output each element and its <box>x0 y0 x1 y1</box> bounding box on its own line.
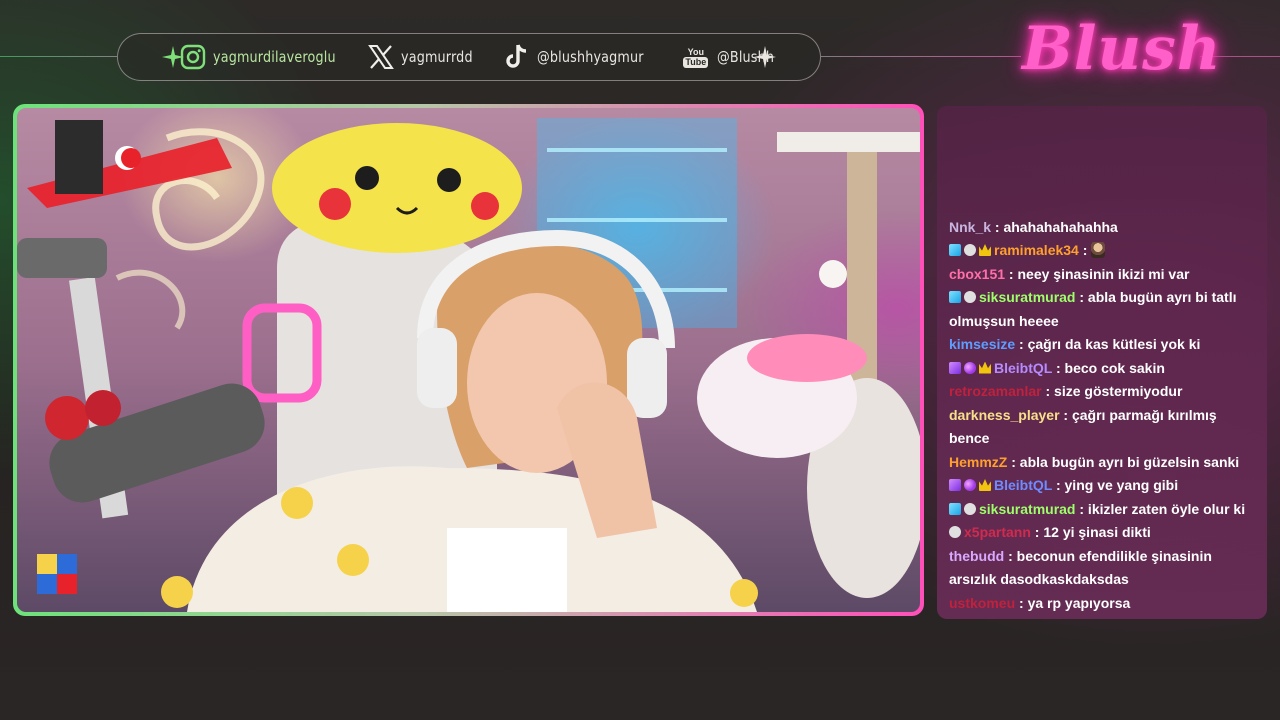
social-bar: yagmurdilaveroglu yagmurrdd @blushhyagmu… <box>117 33 821 81</box>
chat-text: : ahahahahahahha <box>991 218 1118 235</box>
chat-text: : abla bugün ayrı bi güzelsin sanki <box>1007 453 1240 470</box>
moon-badge-icon <box>964 479 976 491</box>
cube-badge-icon <box>949 291 961 303</box>
chat-username[interactable]: siksuratmurad <box>979 289 1075 305</box>
webcam-view <box>17 108 920 612</box>
sparkle-icon <box>162 46 184 68</box>
webcam-scene <box>17 118 920 612</box>
youtube-icon: You Tube <box>681 43 711 71</box>
moon-badge-icon <box>964 361 976 374</box>
chat-message: kimsesize : çağrı da kas kütlesi yok ki <box>949 333 1253 357</box>
x-handle: yagmurrdd <box>400 48 473 66</box>
chat-text: : beco cok sakin <box>1052 359 1165 376</box>
youtube-icon-top: You <box>687 46 704 57</box>
chat-text: : <box>1078 242 1092 258</box>
tiktok-handle: @blushhyagmur <box>537 48 644 66</box>
chat-username[interactable]: x5partann <box>964 524 1031 540</box>
chat-text: : 12 yi şinasi dikti <box>1030 524 1151 540</box>
chat-username[interactable]: BleibtQL <box>994 477 1052 493</box>
chat-panel: Nnk_k : ahahahahahahha ramimalek34 : cbox… <box>937 106 1267 619</box>
chat-text: : ikizler zaten öyle olur ki <box>1075 500 1246 517</box>
purple-badge-icon <box>949 361 961 374</box>
tiktok-icon <box>503 43 531 71</box>
social-bar-left-line <box>0 56 117 57</box>
chat-username[interactable]: cbox151 <box>949 266 1005 282</box>
chat-message: siksuratmurad : abla bugün ayrı bi tatlı… <box>949 286 1253 333</box>
x-logo-icon <box>367 43 395 71</box>
chat-message: darkness_player : çağrı parmağı kırılmış… <box>949 404 1253 451</box>
blush-logo: Blush <box>1022 14 1221 100</box>
chat-badge-icon <box>964 244 976 256</box>
chat-text: : ya rp yapıyorsa <box>1015 594 1131 611</box>
chat-username[interactable]: kimsesize <box>949 336 1015 352</box>
chat-message: cbox151 : neey şinasinin ikizi mi var <box>949 263 1253 287</box>
chat-text: : ying ve yang gibi <box>1052 477 1179 493</box>
chat-message: Nnk_k : ahahahahahahha <box>949 216 1253 240</box>
crown-badge-icon <box>979 361 991 374</box>
cube-badge-icon <box>949 244 961 256</box>
crown-badge-icon <box>979 244 991 256</box>
emote-icon <box>1091 242 1106 258</box>
chat-badge-icon <box>949 526 961 538</box>
chat-message: ustkomeu : ya rp yapıyorsa <box>949 592 1253 616</box>
chat-message: BleibtQL : ying ve yang gibi <box>949 474 1253 498</box>
social-x[interactable]: yagmurrdd <box>367 43 485 71</box>
chat-text: : size göstermiyodur <box>1041 383 1183 399</box>
chat-username[interactable]: ustkomeu <box>949 595 1015 611</box>
instagram-handle: yagmurdilaveroglu <box>212 48 336 66</box>
chat-username[interactable]: retrozamanlar <box>949 383 1042 399</box>
chat-username[interactable]: siksuratmurad <box>979 501 1075 517</box>
chat-message-list: Nnk_k : ahahahahahahha ramimalek34 : cbox… <box>949 216 1253 616</box>
chat-username[interactable]: darkness_player <box>949 407 1060 423</box>
crown-badge-icon <box>979 479 991 491</box>
logo-text: Blush <box>1022 14 1222 84</box>
social-tiktok[interactable]: @blushhyagmur <box>503 43 663 71</box>
cube-badge-icon <box>949 502 961 515</box>
webcam-frame <box>13 104 924 616</box>
chat-username[interactable]: ramimalek34 <box>994 242 1079 258</box>
social-instagram[interactable]: yagmurdilaveroglu <box>179 43 357 71</box>
chat-message: siksuratmurad : ikizler zaten öyle olur … <box>949 498 1253 522</box>
social-bar-right-line <box>821 56 1021 57</box>
chat-message: HemmzZ : abla bugün ayrı bi güzelsin san… <box>949 451 1253 475</box>
chat-message: retrozamanlar : size göstermiyodur <box>949 380 1253 404</box>
chat-username[interactable]: HemmzZ <box>949 454 1007 470</box>
chat-message: ramimalek34 : <box>949 239 1253 263</box>
chat-username[interactable]: BleibtQL <box>994 360 1052 376</box>
chat-message: BleibtQL : beco cok sakin <box>949 357 1253 381</box>
purple-badge-icon <box>949 479 961 491</box>
sparkle-icon <box>754 46 776 68</box>
chat-badge-icon <box>964 502 976 515</box>
chat-message: x5partann : 12 yi şinasi dikti <box>949 521 1253 545</box>
chat-badge-icon <box>964 291 976 303</box>
youtube-icon-bottom: Tube <box>683 56 709 68</box>
chat-username[interactable]: Nnk_k <box>949 219 991 235</box>
chat-username[interactable]: thebudd <box>949 548 1004 564</box>
chat-text: : neey şinasinin ikizi mi var <box>1005 265 1190 282</box>
chat-message: thebudd : beconun efendilikle şinasinin … <box>949 545 1253 592</box>
chat-text: : çağrı da kas kütlesi yok ki <box>1015 336 1201 352</box>
